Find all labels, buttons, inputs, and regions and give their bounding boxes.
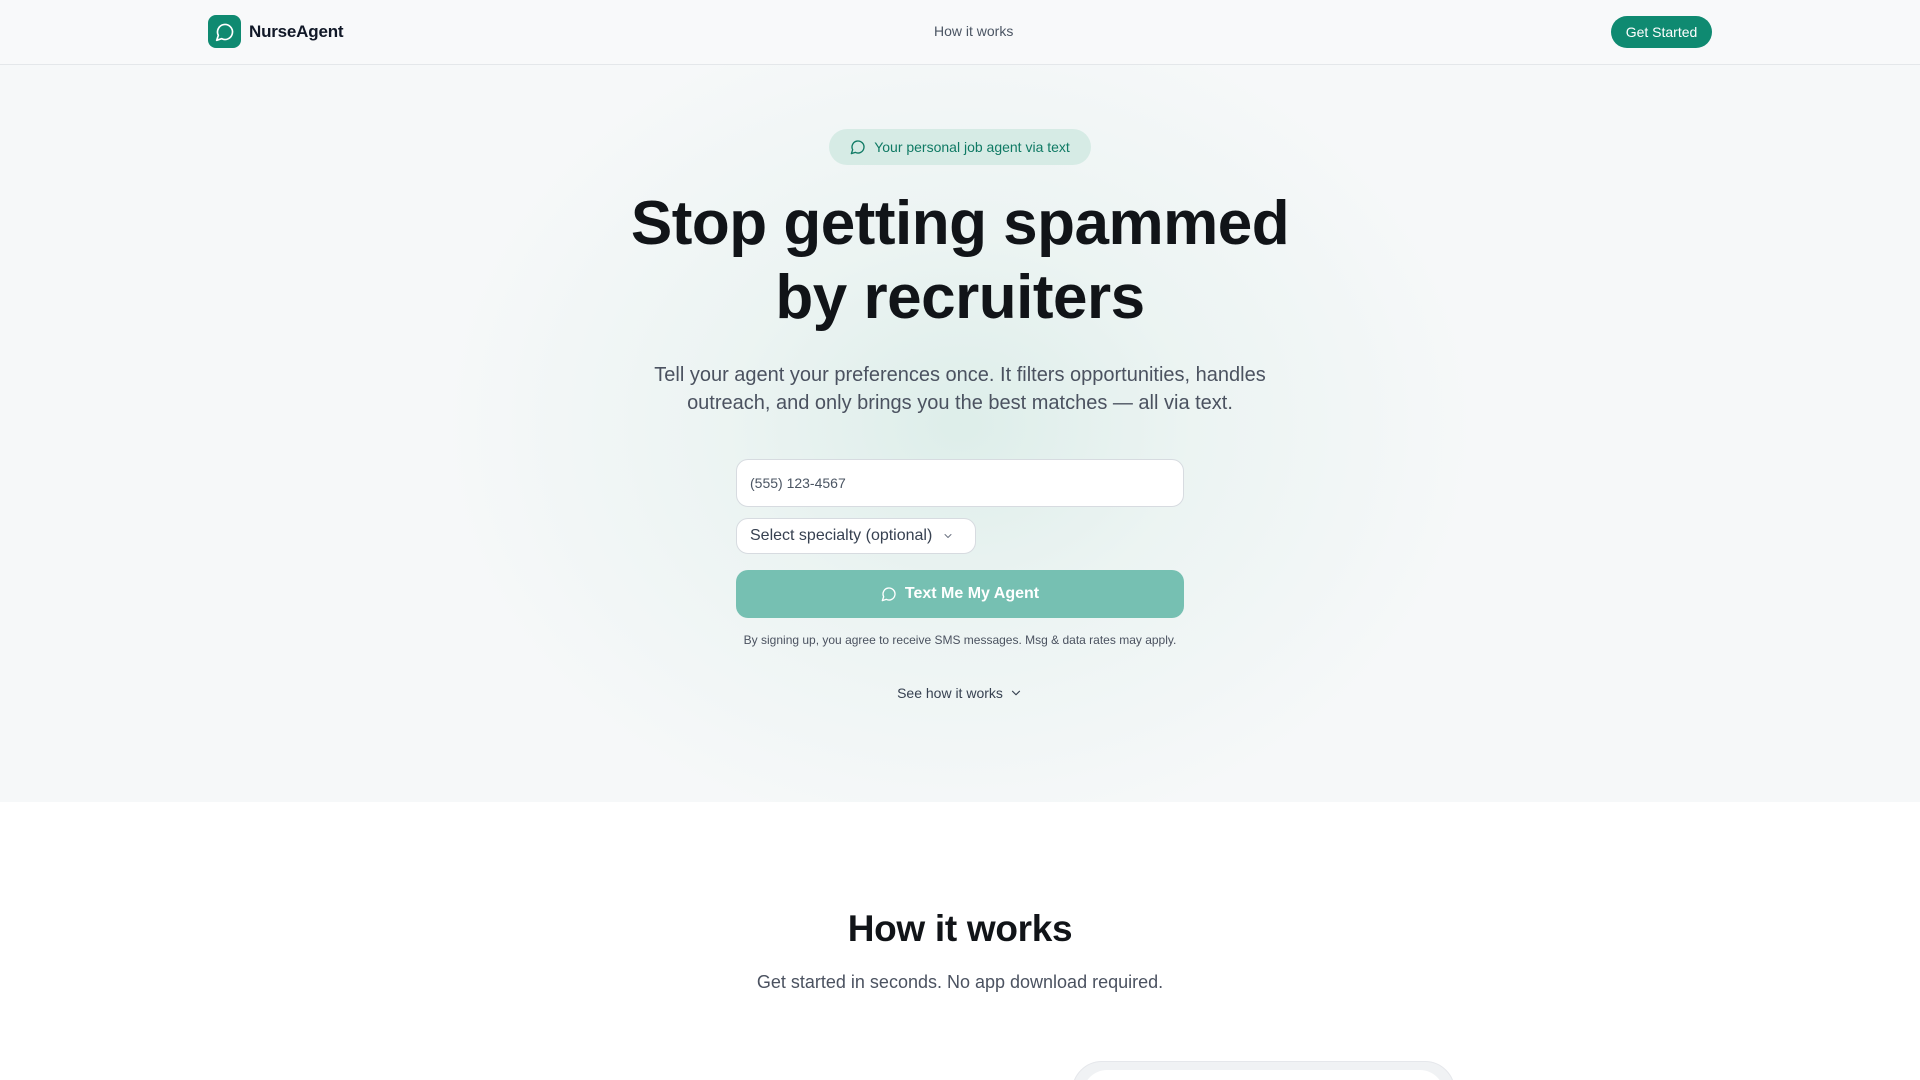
how-it-works-title: How it works	[847, 908, 1073, 949]
text-me-my-agent-button[interactable]: Text Me My Agent	[736, 570, 1184, 618]
hero-badge-text: Your personal job agent via text	[874, 139, 1070, 155]
message-circle-icon	[208, 15, 241, 48]
message-circle-icon	[850, 139, 866, 155]
hero-section: Your personal job agent via text Stop ge…	[0, 65, 1920, 802]
chevron-down-icon	[1009, 686, 1023, 700]
brand-logo[interactable]: NurseAgent	[208, 15, 344, 48]
subhead-line-2: outreach, and only brings you the best m…	[687, 392, 1233, 414]
phone-number-input[interactable]	[736, 459, 1184, 507]
brand-name: NurseAgent	[249, 21, 344, 41]
subhead-line-1: Tell your agent your preferences once. I…	[654, 364, 1266, 386]
hero-headline: Stop getting spammed by recruiters	[460, 187, 1460, 335]
see-how-label: See how it works	[897, 685, 1003, 701]
site-header: NurseAgent How it works Get Started	[0, 0, 1920, 65]
get-started-button[interactable]: Get Started	[1611, 16, 1712, 48]
specialty-select[interactable]: Select specialty (optional)	[736, 518, 976, 554]
headline-line-1: Stop getting spammed	[630, 189, 1290, 258]
phone-mockup	[1072, 1061, 1455, 1080]
hero-badge: Your personal job agent via text	[829, 129, 1091, 165]
phone-mockup-screen	[1083, 1070, 1444, 1080]
how-it-works-subtitle: Get started in seconds. No app download …	[756, 972, 1164, 992]
hero-subheading: Tell your agent your preferences once. I…	[560, 361, 1360, 417]
message-circle-icon	[881, 586, 897, 602]
chevron-down-icon	[942, 530, 954, 542]
submit-button-label: Text Me My Agent	[904, 585, 1040, 602]
headline-line-2: by recruiters	[775, 263, 1145, 332]
see-how-it-works-link[interactable]: See how it works	[860, 685, 1060, 701]
specialty-select-label: Select specialty (optional)	[750, 527, 933, 544]
sms-disclaimer: By signing up, you agree to receive SMS …	[743, 633, 1177, 647]
nav-how-it-works[interactable]: How it works	[934, 23, 1013, 39]
